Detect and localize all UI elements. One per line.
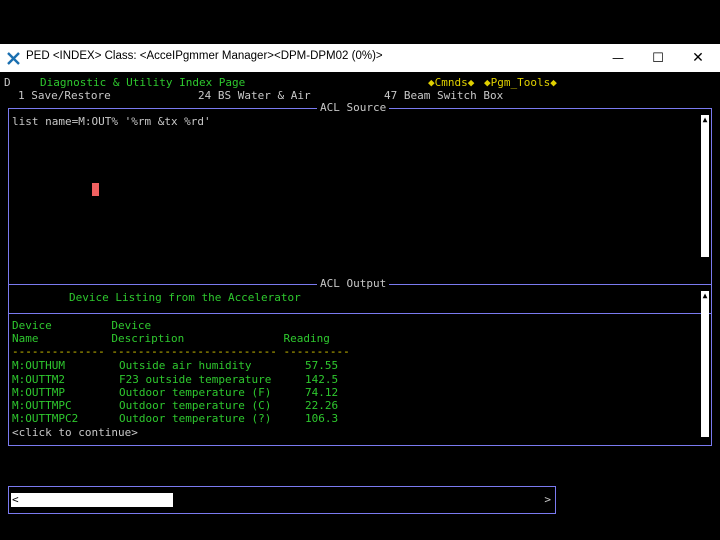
title-bar: PED <INDEX> Class: <AcceIPgmmer Manager>… bbox=[0, 44, 720, 72]
pgm-tools-menu[interactable]: ◆Pgm_Tools◆ bbox=[484, 76, 557, 89]
window-title: PED <INDEX> Class: <AcceIPgmmer Manager>… bbox=[26, 50, 383, 62]
ped-window: PED <INDEX> Class: <AcceIPgmmer Manager>… bbox=[0, 44, 720, 514]
row-reading: 74.12 bbox=[305, 386, 339, 399]
acl-command[interactable]: list name=M:OUT% '%rm &tx %rd' bbox=[12, 115, 211, 128]
output-scrollbar[interactable]: ▲ bbox=[701, 291, 709, 437]
row-reading: 142.5 bbox=[305, 373, 339, 386]
row-description: Outdoor temperature (?) bbox=[119, 412, 272, 425]
menu-marker[interactable]: D bbox=[4, 76, 11, 89]
acl-output-panel: ACL Output Device Listing from the Accel… bbox=[8, 277, 712, 446]
output-heading: Device Listing from the Accelerator bbox=[69, 291, 301, 304]
row-reading: 22.26 bbox=[305, 399, 339, 412]
source-scrollbar[interactable]: ▲ bbox=[701, 115, 709, 257]
index-item-bs-water-air[interactable]: 24 BS Water & Air bbox=[198, 89, 311, 102]
scroll-right-icon[interactable]: > bbox=[544, 493, 551, 506]
index-item-save-restore[interactable]: 1 Save/Restore bbox=[18, 89, 111, 102]
terminal-area: D Diagnostic & Utility Index Page ◆Cmnds… bbox=[0, 72, 720, 514]
scroll-left-icon[interactable]: < bbox=[12, 493, 19, 506]
scroll-thumb[interactable] bbox=[11, 493, 173, 507]
row-name: M:OUTTMPC2 bbox=[12, 412, 79, 425]
cmnds-menu[interactable]: ◆Cmnds◆ bbox=[428, 76, 474, 89]
row-description: F23 outside temperature bbox=[119, 373, 272, 386]
row-name: M:OUTTMPC bbox=[12, 399, 72, 412]
acl-output-title: ACL Output bbox=[317, 277, 390, 290]
column-headers-2: Name Description Reading bbox=[12, 332, 330, 345]
app-icon bbox=[7, 52, 20, 65]
row-name: M:OUTTM2 bbox=[12, 373, 65, 386]
row-reading: 57.55 bbox=[305, 359, 339, 372]
acl-source-title: ACL Source bbox=[317, 101, 390, 114]
column-headers-1: Device Device bbox=[12, 319, 152, 332]
row-name: M:OUTHUM bbox=[12, 359, 65, 372]
row-name: M:OUTTMP bbox=[12, 386, 65, 399]
row-description: Outside air humidity bbox=[119, 359, 252, 372]
maximize-button[interactable]: ☐ bbox=[638, 44, 678, 72]
scroll-up-icon[interactable]: ▲ bbox=[701, 116, 709, 124]
index-item-beam-switch-box[interactable]: 47 Beam Switch Box bbox=[384, 89, 503, 102]
minimize-button[interactable]: — bbox=[598, 44, 638, 72]
horizontal-scrollbar[interactable]: < > bbox=[8, 486, 556, 514]
row-reading: 106.3 bbox=[305, 412, 339, 425]
close-button[interactable]: ✕ bbox=[678, 44, 718, 72]
row-description: Outdoor temperature (F) bbox=[119, 386, 272, 399]
continue-link[interactable]: <click to continue> bbox=[12, 426, 138, 439]
header-separator: -------------- -------------------------… bbox=[12, 345, 350, 358]
page-title: Diagnostic & Utility Index Page bbox=[40, 76, 246, 89]
row-description: Outdoor temperature (C) bbox=[119, 399, 272, 412]
text-cursor bbox=[92, 183, 99, 196]
scroll-up-icon[interactable]: ▲ bbox=[701, 292, 709, 300]
